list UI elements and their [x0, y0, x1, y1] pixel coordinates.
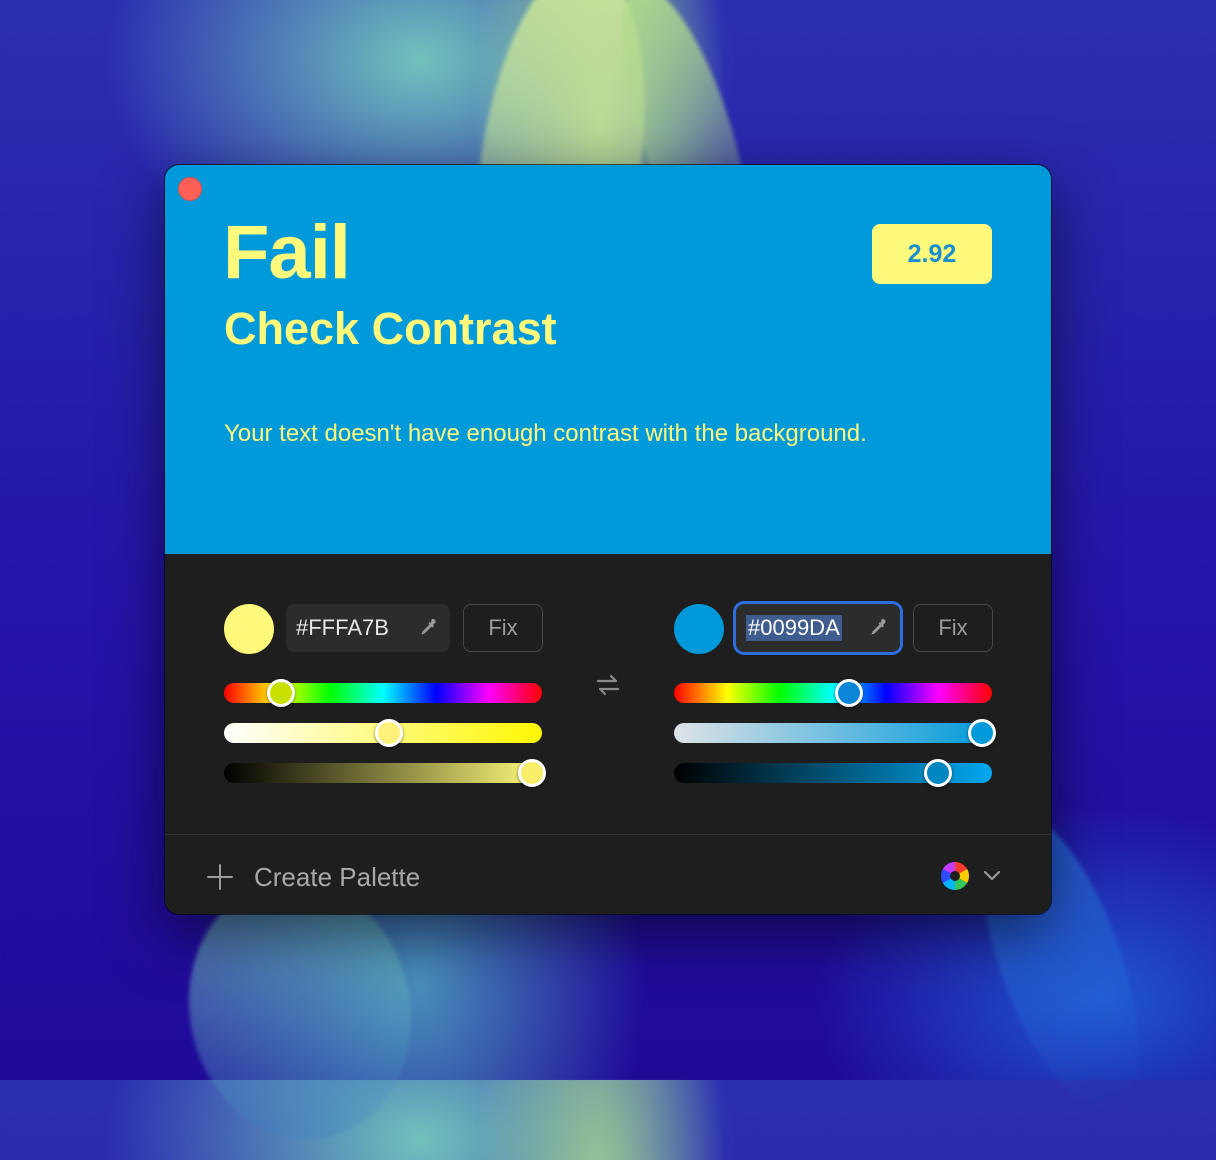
foreground-saturation-knob[interactable]	[375, 719, 404, 747]
background-hue-knob[interactable]	[834, 679, 863, 707]
footer-bar: Create Palette	[165, 834, 1051, 914]
result-title: Check Contrast	[224, 303, 557, 354]
foreground-hue-knob[interactable]	[267, 679, 296, 707]
background-hex-value[interactable]: #0099DA	[746, 615, 842, 641]
result-status: Fail	[223, 210, 351, 295]
preview-panel: Fail Check Contrast 2.92 Your text doesn…	[165, 165, 1051, 554]
foreground-hex-field[interactable]: #FFFA7B	[286, 604, 450, 652]
foreground-brightness-slider[interactable]	[224, 759, 547, 787]
contrast-ratio-badge: 2.92	[872, 224, 992, 284]
foreground-hue-slider[interactable]	[224, 679, 542, 707]
background-hue-slider[interactable]	[674, 679, 992, 707]
color-controls: #FFFA7B Fix #0099DA Fix	[165, 554, 1051, 834]
background-saturation-knob[interactable]	[968, 719, 997, 747]
background-saturation-slider[interactable]	[674, 719, 997, 747]
background-fix-button[interactable]: Fix	[913, 604, 993, 652]
background-brightness-knob[interactable]	[923, 759, 952, 787]
foreground-saturation-slider[interactable]	[224, 719, 542, 747]
background-swatch[interactable]	[674, 604, 724, 654]
eyedropper-icon[interactable]	[416, 616, 440, 640]
create-palette-button[interactable]: Create Palette	[254, 862, 420, 893]
swap-icon[interactable]	[594, 671, 622, 699]
background-brightness-slider[interactable]	[674, 759, 992, 787]
color-wheel-icon[interactable]	[940, 861, 970, 891]
foreground-hex-value[interactable]: #FFFA7B	[296, 615, 389, 641]
close-icon[interactable]	[178, 177, 202, 201]
foreground-fix-button[interactable]: Fix	[463, 604, 543, 652]
chevron-down-icon[interactable]	[983, 868, 1001, 882]
eyedropper-icon[interactable]	[866, 616, 890, 640]
background-hex-field[interactable]: #0099DA	[736, 604, 900, 652]
contrast-checker-window: Fail Check Contrast 2.92 Your text doesn…	[165, 165, 1051, 914]
result-message: Your text doesn't have enough contrast w…	[224, 420, 867, 447]
foreground-swatch[interactable]	[224, 604, 274, 654]
foreground-brightness-knob[interactable]	[518, 759, 547, 787]
plus-icon[interactable]	[207, 864, 233, 890]
